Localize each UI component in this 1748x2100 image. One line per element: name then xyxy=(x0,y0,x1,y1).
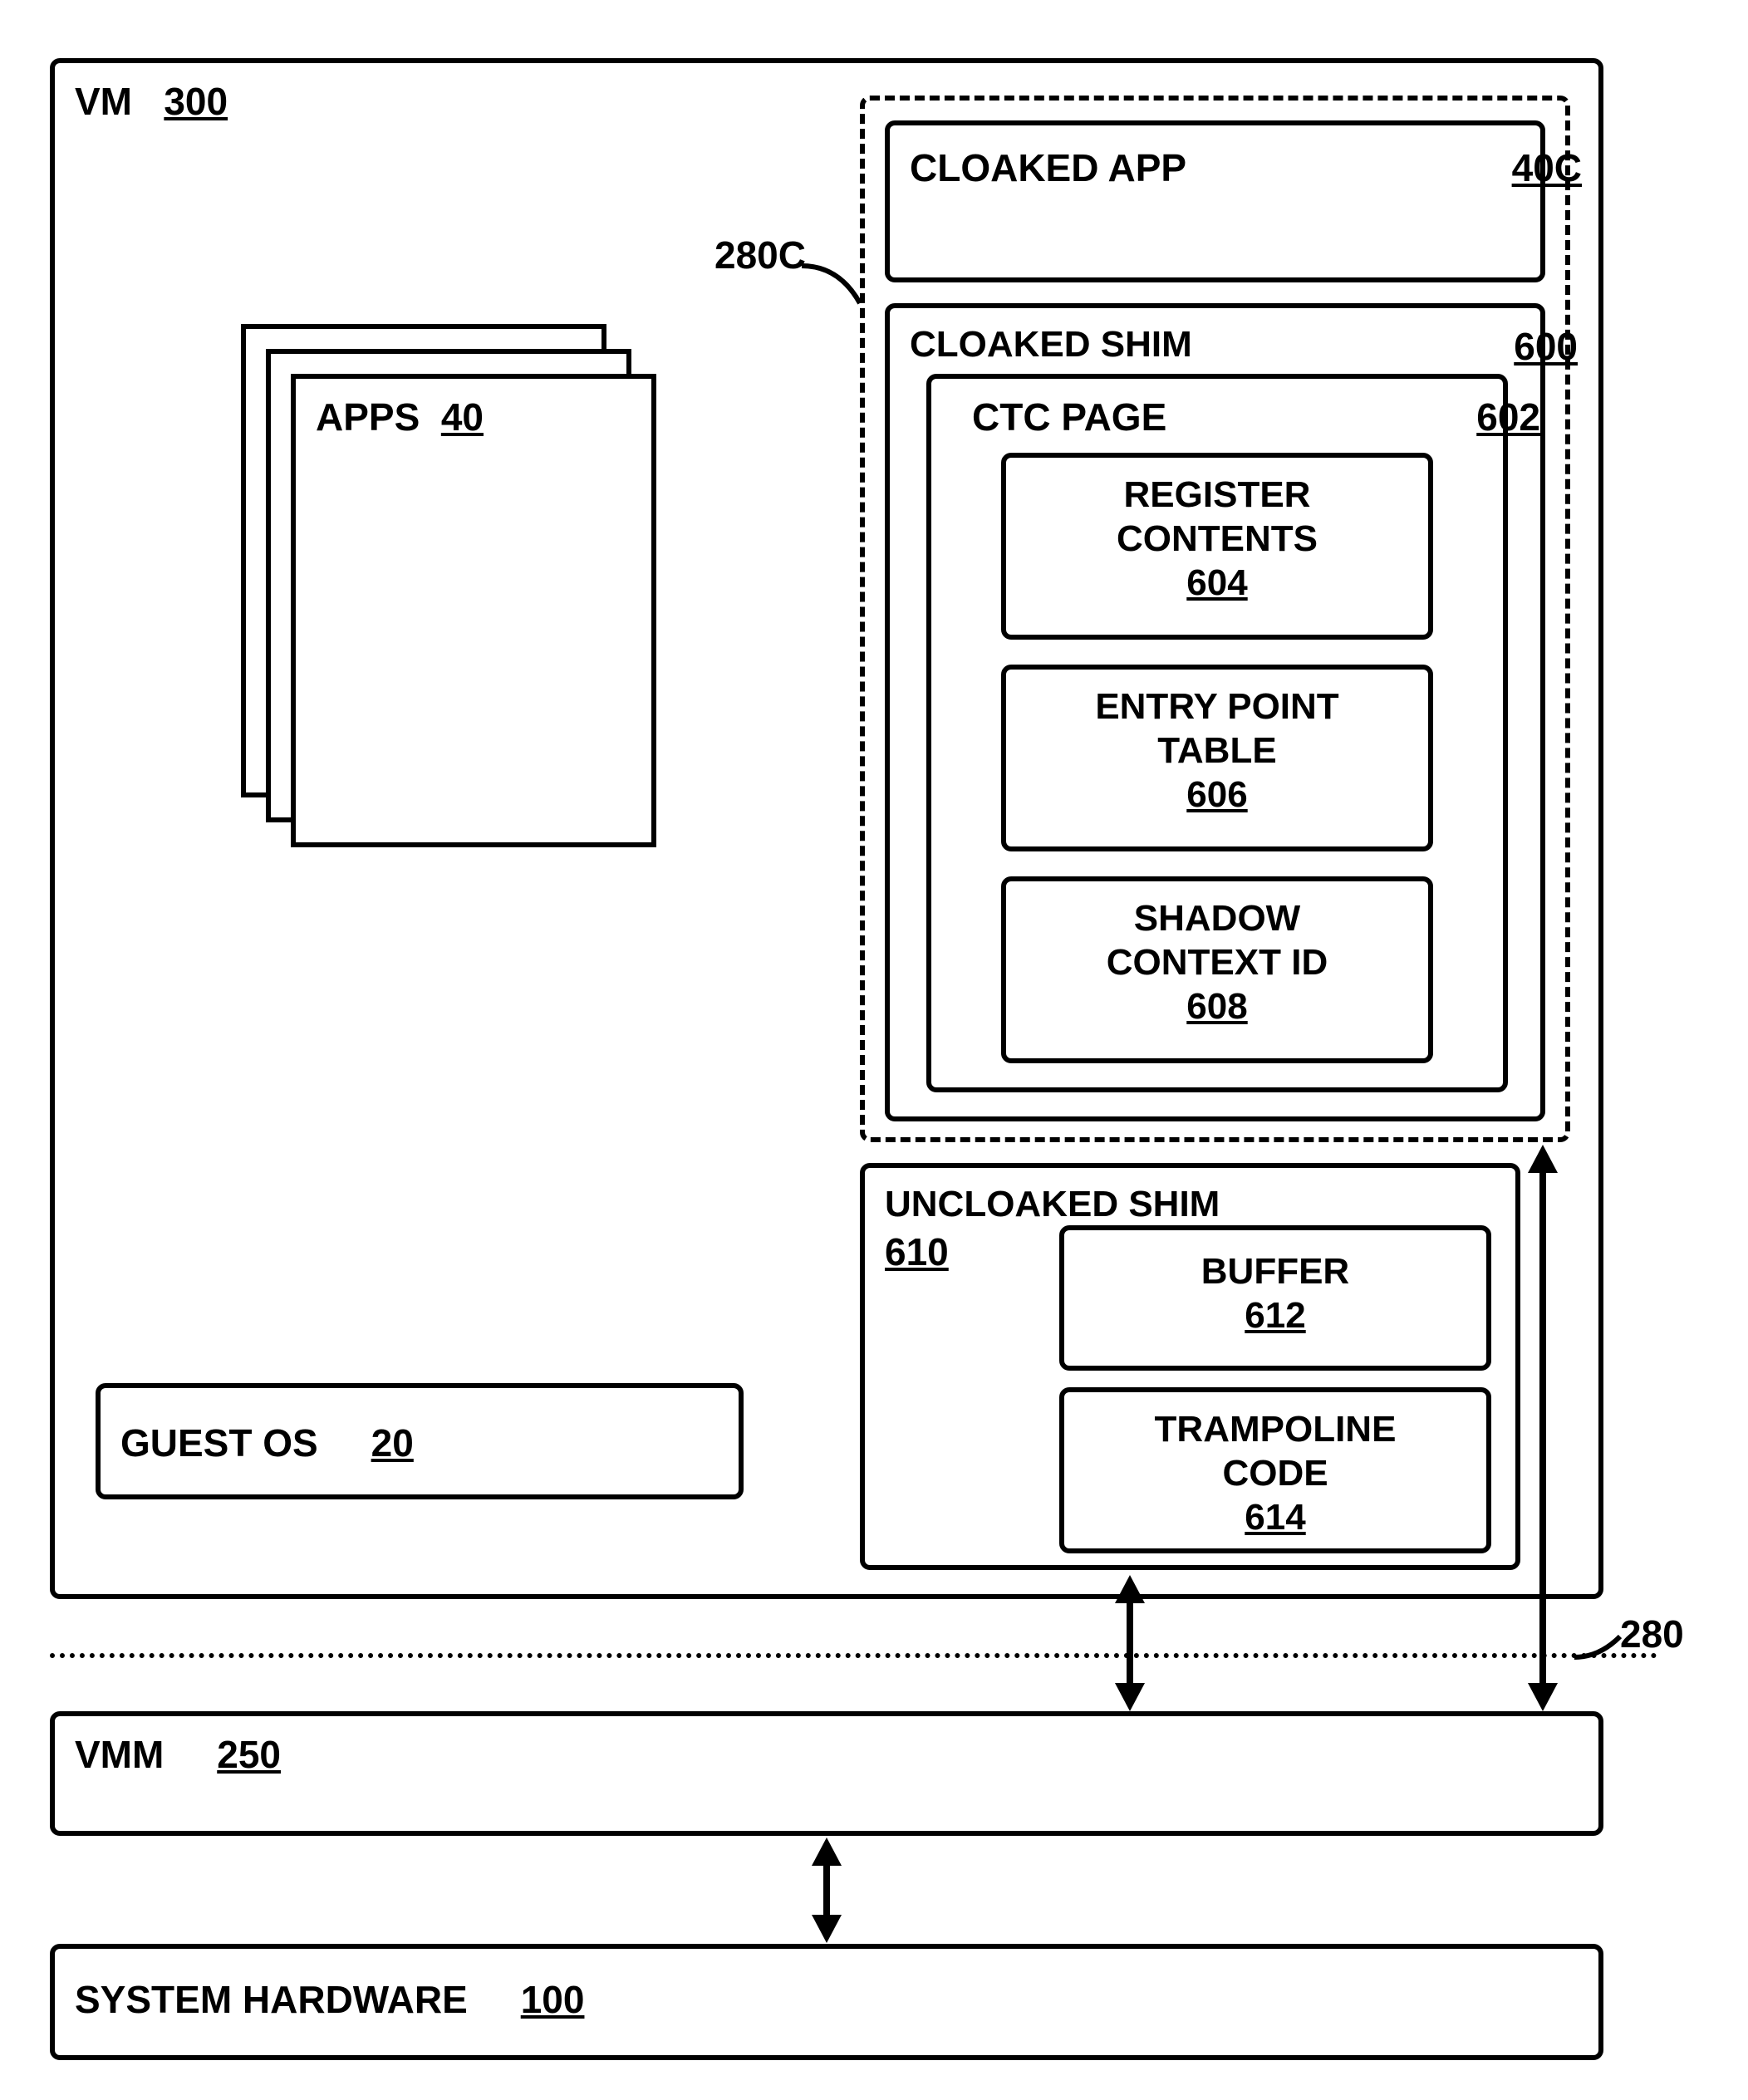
apps-front xyxy=(291,374,656,847)
arrow-cloaked-vmm-up xyxy=(1528,1145,1558,1173)
arrow-cloaked-vmm-down xyxy=(1528,1683,1558,1711)
apps-label: APPS 40 xyxy=(316,395,484,439)
callout-280-leader xyxy=(1570,1632,1628,1666)
register-contents-label: REGISTER CONTENTS 604 xyxy=(1001,473,1433,605)
arrow-cloaked-vmm-line xyxy=(1539,1171,1546,1685)
vmm-box xyxy=(50,1711,1603,1836)
arrow-vmm-hw-down xyxy=(812,1915,842,1943)
cloaked-app-label: CLOAKED APP xyxy=(910,145,1186,190)
callout-280c: 280C xyxy=(714,233,806,277)
arrow-vmm-hw-line xyxy=(823,1863,830,1916)
shadow-context-id-label: SHADOW CONTEXT ID 608 xyxy=(1001,897,1433,1028)
entry-point-table-label: ENTRY POINT TABLE 606 xyxy=(1001,685,1433,817)
ctc-page-ref: 602 xyxy=(1476,395,1540,439)
cloaked-shim-label: CLOAKED SHIM xyxy=(910,324,1192,366)
uncloaked-shim-label: UNCLOAKED SHIM xyxy=(885,1184,1220,1225)
arrow-vm-vmm-line xyxy=(1127,1602,1133,1685)
cloaked-app-ref: 40C xyxy=(1512,145,1582,190)
uncloaked-shim-ref: 610 xyxy=(885,1229,949,1274)
dotted-280-line xyxy=(50,1653,1657,1658)
vm-label: VM 300 xyxy=(75,79,228,124)
callout-280: 280 xyxy=(1620,1612,1684,1656)
buffer-label: BUFFER 612 xyxy=(1059,1250,1491,1338)
ctc-page-label: CTC PAGE xyxy=(972,395,1166,439)
arrow-vmm-hw-up xyxy=(812,1838,842,1866)
guest-os-label: GUEST OS 20 xyxy=(120,1420,414,1465)
arrow-vm-vmm-down xyxy=(1115,1683,1145,1711)
vmm-label: VMM 250 xyxy=(75,1732,281,1777)
callout-280c-leader xyxy=(798,258,872,316)
trampoline-code-label: TRAMPOLINE CODE 614 xyxy=(1059,1408,1491,1539)
system-hardware-label: SYSTEM HARDWARE 100 xyxy=(75,1977,584,2022)
arrow-vm-vmm-up xyxy=(1115,1575,1145,1603)
cloaked-shim-ref: 600 xyxy=(1514,324,1578,369)
